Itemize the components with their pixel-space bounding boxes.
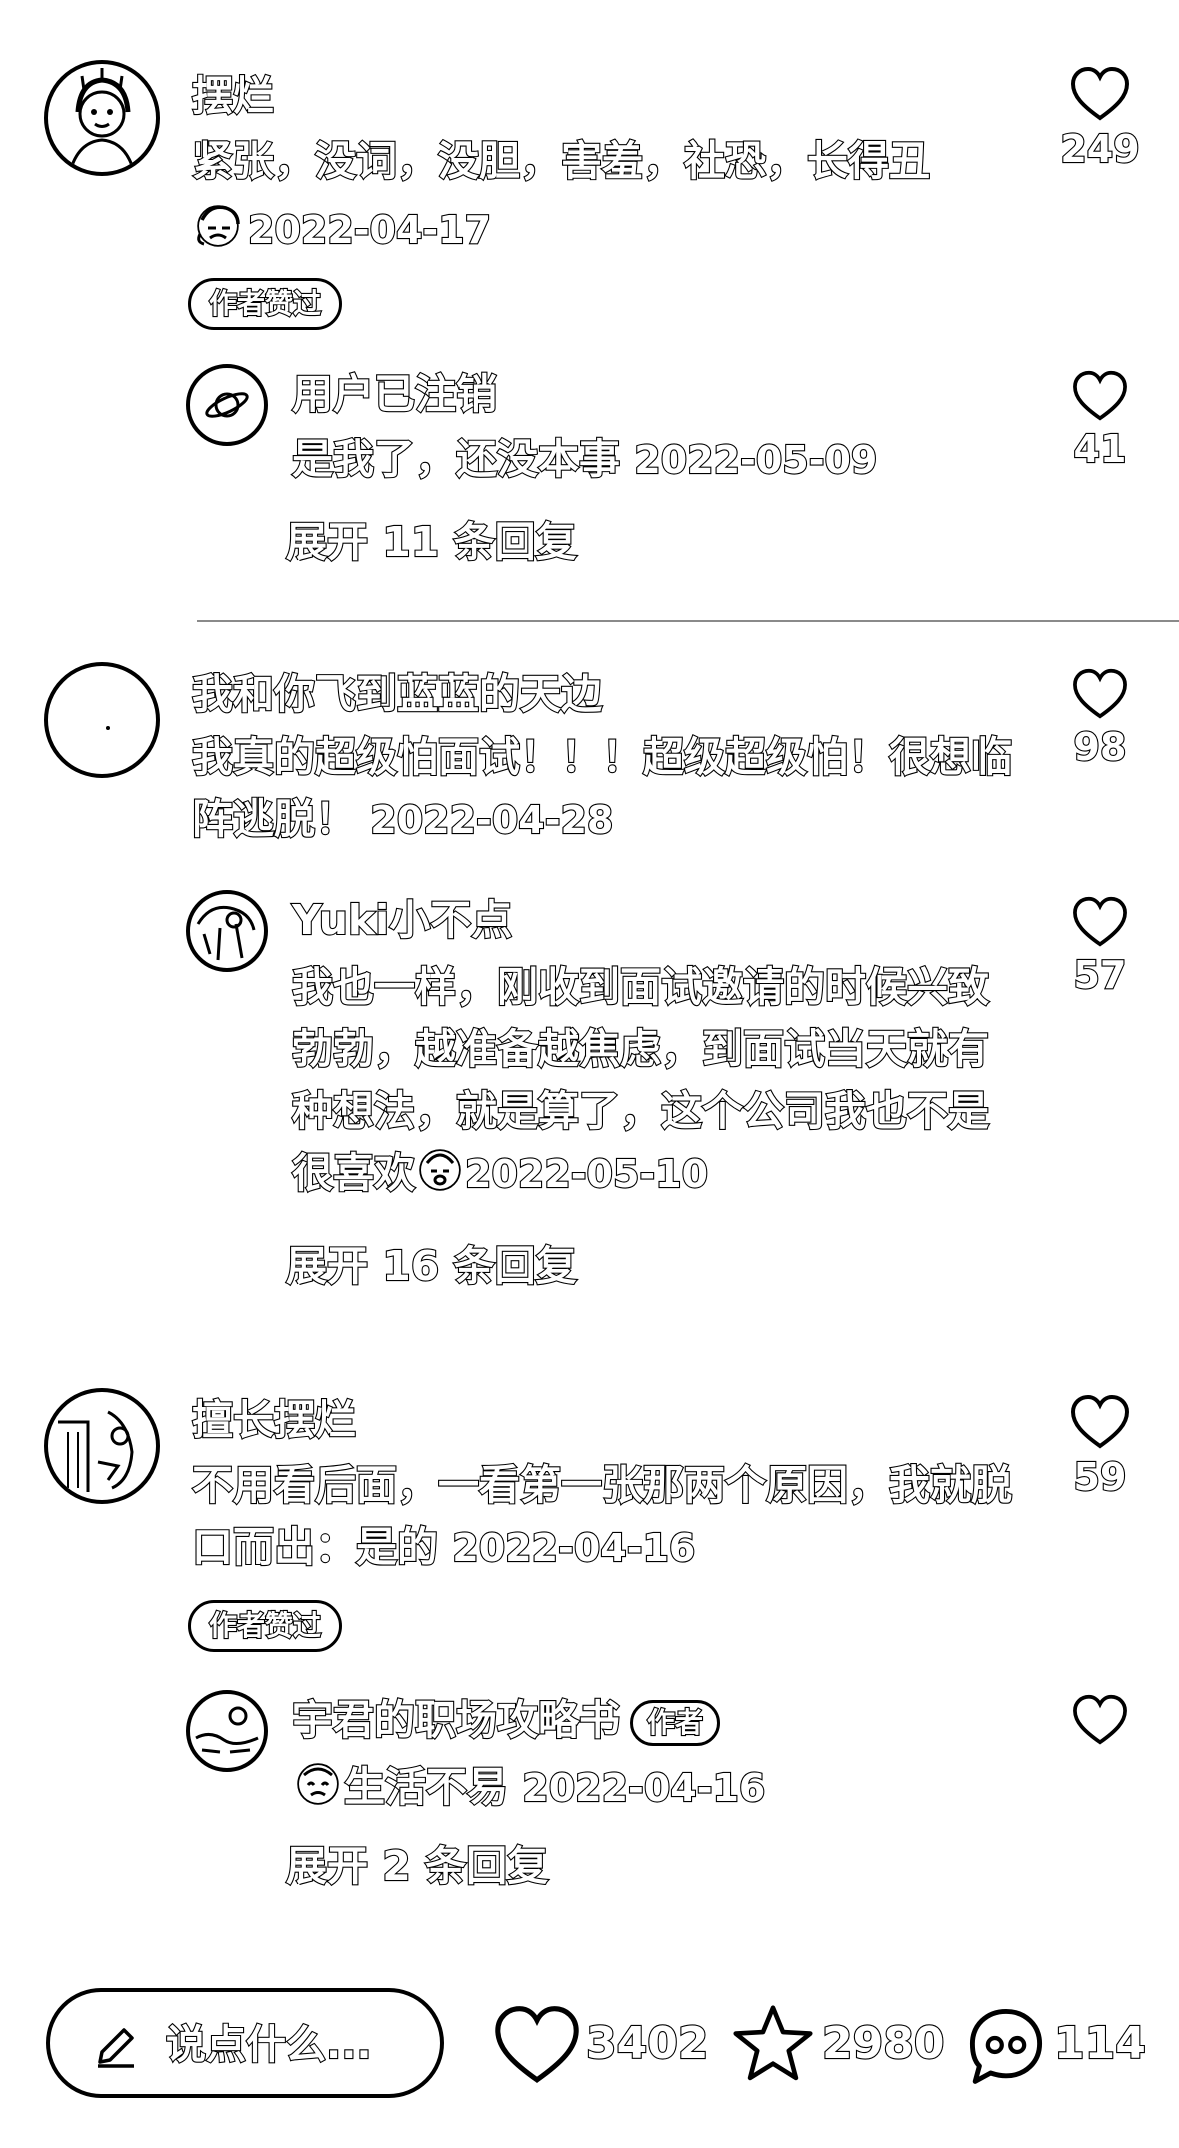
expand-replies-button[interactable]: 展开 16 条回复	[285, 1240, 578, 1292]
emoji-icon	[192, 200, 248, 265]
comment-text: 我真的超级怕面试！！！超级超级怕！很想临阵逃脱！ 2022-04-28	[191, 726, 1022, 851]
heart-icon	[1070, 66, 1130, 121]
reply-username[interactable]: 用户已注销	[291, 368, 498, 420]
heart-icon	[1073, 668, 1127, 719]
emoji-icon	[415, 1145, 465, 1208]
star-icon	[733, 2005, 813, 2081]
favorite-button[interactable]: 2980	[730, 2000, 946, 2090]
like-button[interactable]	[1055, 1694, 1145, 1750]
avatar[interactable]	[44, 60, 160, 176]
comment-date: 2022-04-17	[247, 207, 492, 253]
reply-body: 生活不易	[343, 1762, 509, 1812]
reply-text: 生活不易 2022-04-16	[292, 1756, 992, 1822]
comment-total-count: 114	[1053, 2017, 1147, 2070]
comment-date: 2022-04-28	[369, 797, 614, 843]
comment-date: 2022-04-16	[451, 1525, 696, 1571]
like-button[interactable]: 59	[1055, 1394, 1145, 1500]
heart-icon	[1073, 370, 1127, 421]
comment-body: 紧张，没词，没胆，害羞，社恐，长得丑	[191, 136, 931, 186]
chat-bubble-icon	[969, 2008, 1043, 2084]
reply-date: 2022-04-16	[521, 1765, 766, 1811]
like-total-count: 3402	[585, 2017, 710, 2070]
author-tag: 作者	[630, 1700, 721, 1746]
comment-text: 不用看后面，一看第一张那两个原因，我就脱口而出：是的 2022-04-16	[191, 1454, 1022, 1579]
comment-total-button[interactable]: 114	[964, 2000, 1164, 2090]
comment-meta: 2022-04-17	[192, 198, 1022, 265]
bottom-bar: 说点什么... 3402 2980 114	[0, 1980, 1179, 2110]
expand-replies-button[interactable]: 展开 2 条回复	[285, 1840, 549, 1892]
like-button[interactable]: 57	[1055, 896, 1145, 998]
heart-icon	[495, 2006, 579, 2083]
favorite-count: 2980	[821, 2017, 946, 2070]
like-button[interactable]: 41	[1055, 370, 1145, 472]
pencil-icon	[92, 2022, 140, 2074]
reply-date: 2022-05-10	[464, 1151, 709, 1197]
like-button[interactable]: 98	[1055, 668, 1145, 770]
reply-body: 是我了，还没本事	[291, 434, 621, 484]
avatar[interactable]	[44, 662, 160, 778]
comment-username[interactable]: 擅长摆烂	[191, 1394, 357, 1446]
comment-input-placeholder: 说点什么...	[165, 2021, 373, 2069]
reply-text: 是我了，还没本事 2022-05-09	[291, 428, 992, 491]
author-liked-badge: 作者赞过	[188, 1600, 343, 1652]
comment-username[interactable]: 摆烂	[191, 70, 275, 122]
like-total-button[interactable]: 3402	[492, 2000, 712, 2090]
like-count: 57	[1072, 952, 1127, 998]
heart-icon	[1073, 896, 1127, 947]
avatar[interactable]	[186, 890, 268, 972]
like-count: 41	[1072, 426, 1127, 472]
heart-icon	[1073, 1694, 1127, 1745]
like-count: 98	[1072, 724, 1127, 770]
emoji-icon	[292, 1759, 344, 1822]
like-count: 249	[1059, 126, 1141, 172]
avatar[interactable]	[186, 1690, 268, 1772]
reply-username[interactable]: Yuki小不点	[291, 894, 513, 946]
reply-username[interactable]: 宇君的职场攻略书	[291, 1695, 621, 1745]
reply-date: 2022-05-09	[633, 437, 878, 483]
comment-input[interactable]: 说点什么...	[46, 1988, 444, 2098]
reply-text: 我也一样，刚收到面试邀请的时候兴致勃勃，越准备越焦虑，到面试当天就有种想法，就是…	[291, 956, 1002, 1208]
comment-text: 紧张，没词，没胆，害羞，社恐，长得丑	[191, 130, 1022, 192]
comment-username[interactable]: 我和你飞到蓝蓝的天边	[191, 668, 603, 720]
heart-icon	[1070, 1394, 1130, 1449]
divider	[197, 620, 1179, 622]
reply-username-row: 宇君的职场攻略书 作者	[291, 1694, 721, 1746]
author-liked-badge: 作者赞过	[188, 278, 343, 330]
like-button[interactable]: 249	[1055, 66, 1145, 172]
avatar[interactable]	[44, 1388, 160, 1504]
like-count: 59	[1072, 1454, 1127, 1500]
expand-replies-button[interactable]: 展开 11 条回复	[285, 516, 578, 568]
avatar[interactable]	[186, 364, 268, 446]
